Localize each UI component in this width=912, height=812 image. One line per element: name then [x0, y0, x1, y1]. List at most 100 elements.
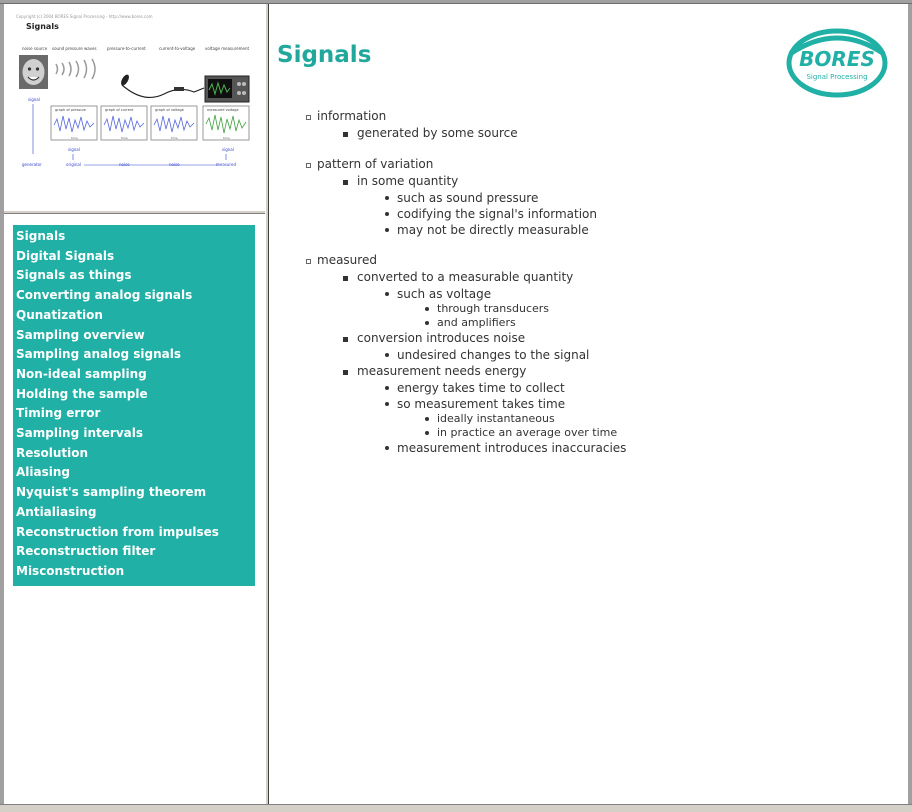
logo-subtext: Signal Processing — [806, 73, 867, 81]
thumb-graph: measured voltage time — [202, 105, 250, 141]
thumb-flow-label: measured — [216, 162, 236, 167]
thumb-signal-label: signal — [28, 97, 40, 102]
nav-item-reconstruction-from-impulses[interactable]: Reconstruction from impulses — [13, 523, 255, 543]
nav-item-reconstruction-filter[interactable]: Reconstruction filter — [13, 542, 255, 562]
nav-item-holding-the-sample[interactable]: Holding the sample — [13, 385, 255, 405]
nav-item-converting-analog-signals[interactable]: Converting analog signals — [13, 286, 255, 306]
bullet-text: such as sound pressure — [397, 191, 539, 205]
bullet-item: such as voltage through transducers and … — [357, 286, 899, 330]
bullet-item: measurement needs energy energy takes ti… — [317, 363, 899, 456]
thumb-stage-label: sound pressure waves — [52, 46, 97, 51]
sound-waves-icon — [55, 58, 96, 80]
bullet-text: measured — [317, 253, 377, 267]
bullet-text: measurement introduces inaccuracies — [397, 441, 627, 455]
bullet-text: measurement needs energy — [357, 364, 527, 378]
nav-item-aliasing[interactable]: Aliasing — [13, 463, 255, 483]
thumb-signal-label: signal — [222, 147, 234, 152]
bullet-item: measured converted to a measurable quant… — [269, 252, 899, 456]
thumb-axis-label: time — [171, 136, 178, 140]
nav-item-signals-as-things[interactable]: Signals as things — [13, 266, 255, 286]
thumb-axis-label: time — [121, 136, 128, 140]
bullet-item: so measurement takes time ideally instan… — [357, 396, 899, 440]
bullet-item: may not be directly measurable — [357, 222, 899, 238]
bullet-item: converted to a measurable quantity such … — [317, 269, 899, 330]
bullet-item: through transducers — [397, 302, 899, 316]
oscilloscope-icon — [204, 75, 250, 103]
nav-item-sampling-analog-signals[interactable]: Sampling analog signals — [13, 345, 255, 365]
bullet-text: may not be directly measurable — [397, 223, 589, 237]
bullet-item: undesired changes to the signal — [357, 347, 899, 363]
nav-menu: Signals Digital Signals Signals as thing… — [13, 225, 255, 586]
thumb-axis-label: time — [223, 136, 230, 140]
thumb-graph-label: graph of pressure — [55, 108, 86, 112]
thumb-graph: graph of pressure time — [50, 105, 98, 141]
main-content-pane: Signals BORES Signal Processing informat… — [269, 4, 908, 804]
bullet-item: codifying the signal's information — [357, 206, 899, 222]
bullet-text: in some quantity — [357, 174, 459, 188]
bullet-item: measurement introduces inaccuracies — [357, 440, 899, 456]
nav-item-nyquist-sampling-theorem[interactable]: Nyquist's sampling theorem — [13, 483, 255, 503]
thumb-axis-label: time — [71, 136, 78, 140]
navigation-pane: Signals Digital Signals Signals as thing… — [4, 214, 265, 804]
bullet-item: and amplifiers — [397, 316, 899, 330]
slide-thumbnail-image: Copyright (c) 2004 BORES Signal Processi… — [16, 14, 250, 167]
bullet-item: ideally instantaneous — [397, 412, 899, 426]
nav-item-resolution[interactable]: Resolution — [13, 444, 255, 464]
bullet-text: information — [317, 109, 387, 123]
thumb-graph-label: graph of voltage — [155, 108, 184, 112]
bullet-text: codifying the signal's information — [397, 207, 598, 221]
thumb-graph-label: measured voltage — [207, 108, 239, 112]
child-face-icon — [19, 55, 48, 89]
bullet-text: pattern of variation — [317, 157, 434, 171]
thumb-flow-label: noise — [169, 162, 180, 167]
thumb-copyright: Copyright (c) 2004 BORES Signal Processi… — [16, 14, 153, 19]
thumb-stage-label: noise source — [22, 46, 48, 51]
thumb-graph: graph of voltage time — [150, 105, 198, 141]
bullet-text: in practice an average over time — [437, 426, 618, 439]
nav-item-digital-signals[interactable]: Digital Signals — [13, 247, 255, 267]
bullet-text: undesired changes to the signal — [397, 348, 590, 362]
bullet-text: converted to a measurable quantity — [357, 270, 574, 284]
bullet-list: information generated by some source pat… — [269, 108, 899, 456]
nav-item-qunatization[interactable]: Qunatization — [13, 306, 255, 326]
page-title: Signals — [277, 42, 372, 68]
bullet-item: conversion introduces noise undesired ch… — [317, 330, 899, 363]
bullet-item: in practice an average over time — [397, 426, 899, 440]
bullet-item: information generated by some source — [269, 108, 899, 142]
thumb-stage-label: pressure-to-current — [107, 46, 146, 51]
nav-item-signals[interactable]: Signals — [13, 227, 255, 247]
nav-item-non-ideal-sampling[interactable]: Non-ideal sampling — [13, 365, 255, 385]
thumb-flow-label: generator — [22, 162, 42, 167]
status-bar — [0, 804, 912, 812]
bullet-item: energy takes time to collect — [357, 380, 899, 396]
window-right-border — [908, 4, 912, 804]
bullet-text: such as voltage — [397, 287, 492, 301]
microphone-icon — [121, 74, 205, 99]
slide-content: information generated by some source pat… — [269, 108, 899, 470]
bullet-item: such as sound pressure — [357, 190, 899, 206]
bullet-item: in some quantity such as sound pressure … — [317, 173, 899, 238]
nav-item-antialiasing[interactable]: Antialiasing — [13, 503, 255, 523]
thumb-flow-label: original — [66, 162, 81, 167]
thumb-flow-label: noise — [119, 162, 130, 167]
nav-item-sampling-overview[interactable]: Sampling overview — [13, 326, 255, 346]
bullet-text: and amplifiers — [437, 316, 516, 329]
thumb-stage-label: current-to-voltage — [159, 46, 196, 51]
thumb-stage-label: voltage measurement — [205, 46, 250, 51]
bullet-text: so measurement takes time — [397, 397, 566, 411]
thumb-graph-label: graph of current — [105, 108, 134, 112]
slide-thumbnail-pane[interactable]: Copyright (c) 2004 BORES Signal Processi… — [4, 4, 265, 210]
thumb-graph: graph of current time — [100, 105, 148, 141]
nav-item-misconstruction[interactable]: Misconstruction — [13, 562, 255, 582]
thumb-signal-label: signal — [68, 147, 80, 152]
bullet-item: pattern of variation in some quantity su… — [269, 156, 899, 238]
nav-item-timing-error[interactable]: Timing error — [13, 404, 255, 424]
bullet-text: through transducers — [437, 302, 550, 315]
bullet-text: conversion introduces noise — [357, 331, 526, 345]
nav-item-sampling-intervals[interactable]: Sampling intervals — [13, 424, 255, 444]
bores-logo[interactable]: BORES Signal Processing — [784, 24, 890, 100]
logo-wordmark: BORES — [799, 47, 875, 71]
thumb-title: Signals — [26, 22, 59, 31]
bullet-text: generated by some source — [357, 126, 518, 140]
bullet-text: ideally instantaneous — [437, 412, 555, 425]
